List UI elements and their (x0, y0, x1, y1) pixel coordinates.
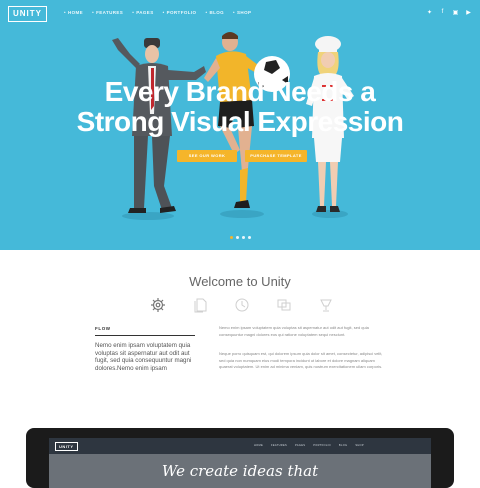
welcome-heading: Welcome to Unity (189, 274, 291, 289)
instagram-icon[interactable]: ▣ (452, 9, 459, 16)
nav-label: PAGES (136, 10, 154, 15)
screen-nav-item: PORTFOLIO (313, 444, 331, 447)
monitor-screen: UNITY HOME FEATURES PAGES PORTFOLIO BLOG… (49, 438, 431, 488)
intro-text: Nemo enim ipsam voluptatem quia voluptas… (95, 342, 192, 372)
nav-item-features[interactable]: • FEATURES (92, 10, 123, 15)
nav-label: FEATURES (96, 10, 124, 15)
screen-nav-item: PAGES (295, 444, 306, 447)
nav-item-portfolio[interactable]: • PORTFOLIO (163, 10, 197, 15)
youtube-icon[interactable]: ▶ (465, 9, 472, 16)
hero-headline: Every Brand Needs a Strong Visual Expres… (0, 77, 480, 137)
nav-bullet-icon: • (162, 10, 165, 15)
screen-nav: HOME FEATURES PAGES PORTFOLIO BLOG SHOP (254, 444, 364, 447)
screen-logo: UNITY (55, 442, 78, 451)
nav-label: HOME (67, 10, 84, 15)
hero-section: UNITY • HOME • FEATURES • PAGES • PORTFOLIO … (0, 0, 480, 250)
purchase-template-button[interactable]: PURCHASE TEMPLATE (245, 150, 307, 162)
section-label: FLOW (95, 326, 111, 331)
nav-label: PORTFOLIO (166, 10, 197, 15)
nav-item-shop[interactable]: • SHOP (233, 10, 251, 15)
top-navigation-bar: UNITY • HOME • FEATURES • PAGES • PORTFOLIO … (0, 0, 480, 26)
body-paragraph-1: Nemo enim ipsam voluptatem quia voluptas… (219, 325, 369, 337)
screen-nav-item: HOME (254, 444, 263, 447)
hero-headline-line-1: Every Brand Needs a (104, 76, 376, 107)
trophy-icon[interactable] (318, 297, 334, 313)
windows-icon[interactable] (276, 297, 292, 313)
screen-nav-item: SHOP (355, 444, 364, 447)
nav-label: SHOP (237, 10, 252, 15)
site-logo[interactable]: UNITY (8, 6, 47, 22)
slide-dot-3[interactable] (242, 236, 245, 239)
body-paragraph-2: Neque porro quisquam est, qui dolorem ip… (219, 351, 383, 369)
clock-icon[interactable] (234, 297, 250, 313)
slide-dot-1[interactable] (230, 236, 233, 239)
section-divider (95, 335, 195, 336)
facebook-icon[interactable]: f (439, 9, 446, 16)
screen-headline: We create ideas that (161, 462, 319, 480)
hero-headline-line-2: Strong Visual Expression (76, 106, 404, 137)
nav-bullet-icon: • (233, 10, 236, 15)
screen-nav-item: BLOG (338, 444, 348, 447)
nav-label: BLOG (209, 10, 225, 15)
nav-bullet-icon: • (64, 10, 66, 15)
slider-pagination (230, 236, 251, 239)
documents-icon[interactable] (192, 297, 208, 313)
gear-icon[interactable] (150, 297, 166, 313)
slide-dot-2[interactable] (236, 236, 239, 239)
main-nav: • HOME • FEATURES • PAGES • PORTFOLIO • BLOG … (64, 10, 251, 15)
see-our-work-button[interactable]: SEE OUR WORK (177, 150, 237, 162)
slide-dot-4[interactable] (248, 236, 251, 239)
nav-item-home[interactable]: • HOME (64, 10, 83, 15)
screen-nav-item: FEATURES (270, 444, 288, 447)
nav-bullet-icon: • (205, 10, 208, 15)
twitter-icon[interactable]: ✦ (426, 9, 433, 16)
nav-bullet-icon: • (92, 10, 95, 15)
nav-bullet-icon: • (132, 10, 135, 15)
nav-item-blog[interactable]: • BLOG (205, 10, 224, 15)
feature-icon-row (150, 297, 334, 313)
social-links: ✦ f ▣ ▶ (426, 9, 472, 16)
nav-item-pages[interactable]: • PAGES (132, 10, 153, 15)
